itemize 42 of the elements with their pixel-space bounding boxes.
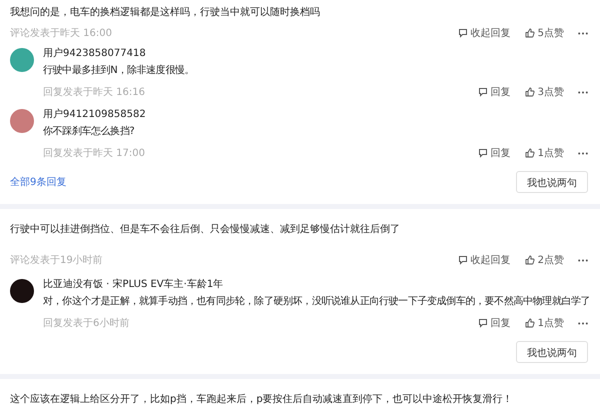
- username[interactable]: 用户9423858077418: [43, 46, 588, 62]
- comment-icon: [458, 255, 468, 265]
- like-button[interactable]: 5点赞: [524, 26, 564, 40]
- username[interactable]: 用户9412109858582: [43, 107, 588, 123]
- comment-time: 评论发表于19小时前: [10, 254, 103, 267]
- comment-icon: [478, 318, 488, 328]
- comment-icon: [478, 87, 488, 97]
- more-icon[interactable]: [578, 32, 588, 34]
- write-reply-button[interactable]: 我也说两句: [516, 171, 588, 193]
- thumbs-up-icon: [524, 318, 535, 328]
- more-icon[interactable]: [578, 258, 588, 262]
- username[interactable]: 比亚迪没有饭 · 宋PLUS EV车主·车龄1年: [43, 277, 588, 293]
- all-replies-link[interactable]: 全部9条回复: [10, 175, 66, 189]
- thumbs-up-icon: [524, 148, 535, 158]
- reply-time: 回复发表于昨天 16:16: [43, 86, 145, 99]
- reply-text: 行驶中最多挂到N，除非速度很慢。: [43, 64, 196, 78]
- thumbs-up-icon: [524, 28, 535, 38]
- comment-icon: [458, 28, 468, 38]
- reply-time: 回复发表于6小时前: [43, 316, 130, 330]
- like-button[interactable]: 3点赞: [524, 85, 564, 99]
- like-button[interactable]: 1点赞: [524, 316, 564, 330]
- reply-button[interactable]: 回复: [478, 146, 511, 160]
- thumbs-up-icon: [524, 255, 535, 265]
- thumbs-up-icon: [524, 87, 535, 97]
- collapse-replies-button[interactable]: 收起回复: [458, 26, 511, 40]
- comment-icon: [478, 148, 488, 158]
- reply-button[interactable]: 回复: [478, 85, 511, 99]
- collapse-replies-button[interactable]: 收起回复: [458, 253, 511, 267]
- comment-text: 行驶中可以挂进倒挡位、但是车不会往后倒、只会慢慢减速、减到足够慢估计就往后倒了: [10, 223, 401, 237]
- more-icon[interactable]: [578, 90, 588, 94]
- like-button[interactable]: 1点赞: [524, 146, 564, 160]
- comment-text: 这个应该在逻辑上给区分开了，比如p挡，车跑起来后，p要按住后自动减速直到停下，也可以中途松开恢复滑行！: [10, 393, 514, 407]
- reply-text: 你不踩刹车怎么换挡?: [43, 124, 136, 139]
- comment-text: 我想问的是，电车的换档逻辑都是这样吗，行驶当中就可以随时换档吗: [10, 6, 321, 20]
- reply-time: 回复发表于昨天 17:00: [43, 146, 145, 160]
- comment-time: 评论发表于昨天 16:00: [10, 26, 112, 40]
- more-icon[interactable]: [578, 322, 588, 324]
- more-icon[interactable]: [578, 152, 588, 154]
- reply-button[interactable]: 回复: [478, 316, 511, 330]
- like-button[interactable]: 2点赞: [524, 253, 564, 267]
- write-reply-button[interactable]: 我也说两句: [516, 341, 588, 363]
- reply-text: 对，你这个才是正解，就算手动挡，也有同步轮，除了硬别坏，没听说谁从正向行驶一下子变成倒车的，要不然高中物理就白学了: [43, 294, 588, 309]
